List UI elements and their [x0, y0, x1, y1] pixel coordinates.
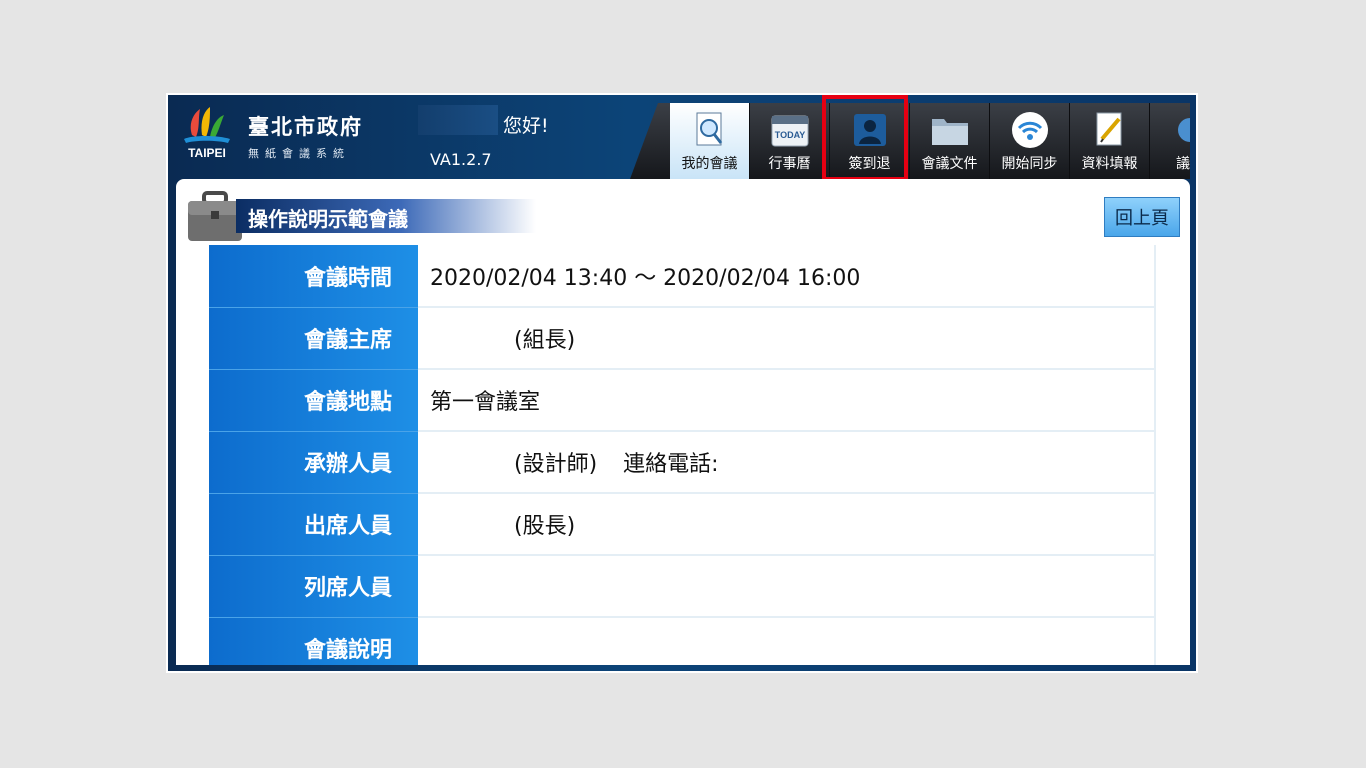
- row-value: 第一會議室: [418, 369, 1156, 432]
- meeting-title: 操作說明示範會議: [248, 207, 408, 231]
- city-name: 臺北市政府: [248, 114, 363, 139]
- brand-block: 臺北市政府 無紙會議系統: [248, 111, 363, 161]
- pen-document-icon: [1090, 111, 1130, 149]
- table-row: 承辦人員 (設計師) 連絡電話:: [209, 431, 1156, 494]
- tab-label: 議事: [1176, 156, 1190, 172]
- tab-label: 簽到退: [848, 156, 891, 172]
- tab-my-meetings[interactable]: 我的會議: [670, 103, 750, 179]
- attendees-value: (股長): [514, 514, 576, 539]
- tab-start-sync[interactable]: 開始同步: [990, 103, 1070, 179]
- row-label: 承辦人員: [209, 431, 418, 494]
- tab-data-reporting[interactable]: 資料填報: [1070, 103, 1150, 179]
- wifi-sync-icon: [1010, 111, 1050, 149]
- tab-agenda[interactable]: 議事: [1150, 103, 1190, 179]
- table-row: 會議時間 2020/02/04 13:40 ～ 2020/02/04 16:00: [209, 245, 1156, 308]
- row-label: 會議地點: [209, 369, 418, 432]
- row-label: 會議時間: [209, 245, 418, 308]
- meeting-detail-card: 操作說明示範會議 回上頁 會議時間 2020/02/04 13:40 ～ 202…: [176, 179, 1190, 665]
- contact-phone-label: 連絡電話:: [623, 452, 719, 477]
- row-value: [418, 617, 1156, 665]
- tab-label: 資料填報: [1081, 156, 1138, 172]
- meeting-info-table: 會議時間 2020/02/04 13:40 ～ 2020/02/04 16:00…: [209, 245, 1156, 665]
- agenda-icon: [1170, 111, 1190, 149]
- main-toolbar: 我的會議 TODAY 行事曆 簽到退 會議文件 開始同步 資料填報 議: [630, 103, 1190, 179]
- tab-calendar[interactable]: TODAY 行事曆: [750, 103, 830, 179]
- table-row: 出席人員 (股長): [209, 493, 1156, 556]
- meeting-time-value: 2020/02/04 13:40 ～ 2020/02/04 16:00: [430, 265, 861, 291]
- tab-label: 我的會議: [681, 156, 738, 172]
- row-value: (股長): [418, 493, 1156, 556]
- version-label: VA1.2.7: [430, 150, 492, 169]
- row-label: 列席人員: [209, 555, 418, 618]
- tab-sign-in-out[interactable]: 簽到退: [830, 103, 910, 179]
- row-value: 2020/02/04 13:40 ～ 2020/02/04 16:00: [418, 245, 1156, 308]
- table-row: 會議主席 (組長): [209, 307, 1156, 370]
- person-sign-icon: [850, 111, 890, 149]
- table-row: 會議地點 第一會議室: [209, 369, 1156, 432]
- row-value: [418, 555, 1156, 618]
- row-label: 會議主席: [209, 307, 418, 370]
- table-row: 列席人員: [209, 555, 1156, 618]
- tab-label: 行事曆: [768, 156, 811, 172]
- logo-text: TAIPEI: [188, 146, 226, 160]
- system-name: 無紙會議系統: [248, 147, 350, 160]
- row-value: (組長): [418, 307, 1156, 370]
- row-value: (設計師) 連絡電話:: [418, 431, 1156, 494]
- organizer-value: (設計師): [514, 452, 598, 477]
- back-button[interactable]: 回上頁: [1104, 197, 1180, 237]
- row-label: 會議說明: [209, 617, 418, 665]
- greeting-text: 您好!: [503, 115, 549, 137]
- table-row: 會議說明: [209, 617, 1156, 665]
- chair-value: (組長): [514, 328, 576, 353]
- app-screen: TAIPEI 臺北市政府 無紙會議系統 您好! VA1.2.7 我的會議 TOD…: [168, 95, 1196, 671]
- row-label: 出席人員: [209, 493, 418, 556]
- folder-icon: [930, 111, 970, 149]
- tab-label: 會議文件: [921, 156, 978, 172]
- taipei-logo-icon: TAIPEI: [184, 107, 230, 160]
- svg-text:TODAY: TODAY: [774, 130, 805, 140]
- user-name-redacted: [418, 105, 498, 135]
- tab-label: 開始同步: [1001, 156, 1058, 172]
- magnifier-document-icon: [690, 111, 730, 149]
- calendar-icon: TODAY: [770, 111, 810, 149]
- device-frame: TAIPEI 臺北市政府 無紙會議系統 您好! VA1.2.7 我的會議 TOD…: [166, 93, 1198, 673]
- tab-meeting-documents[interactable]: 會議文件: [910, 103, 990, 179]
- location-value: 第一會議室: [430, 390, 541, 415]
- app-header: TAIPEI 臺北市政府 無紙會議系統 您好! VA1.2.7 我的會議 TOD…: [168, 95, 1196, 181]
